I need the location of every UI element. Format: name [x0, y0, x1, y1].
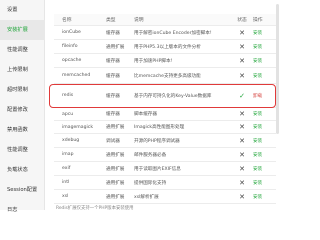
sidebar-item-settings[interactable]: 设置: [0, 0, 45, 20]
header-type: 类型: [106, 18, 116, 23]
ext-type: 通用扩展: [106, 152, 125, 158]
install-button[interactable]: 安装: [253, 108, 277, 120]
sidebar-item-config-edit[interactable]: 配置修改: [0, 100, 45, 120]
ext-description: xsl解析扩展: [134, 194, 159, 200]
ext-description: 开源的PHP程序调试器: [134, 138, 180, 144]
ext-description: 用于读取图片EXIF信息: [134, 166, 181, 172]
sidebar-item-log[interactable]: 日志: [0, 200, 45, 220]
ext-name: memcached: [62, 73, 91, 78]
ext-type: 通用扩展: [106, 180, 125, 186]
status-off-icon: ✕: [239, 28, 245, 37]
header-action: 操作: [253, 18, 263, 23]
install-button[interactable]: 安装: [253, 54, 277, 67]
ext-description: 用于解密ionCube Encoder加密脚本!: [134, 30, 212, 36]
header-name: 名称: [62, 18, 72, 23]
table-row: imap 通用扩展 邮件服务器必备 ✕ 安装: [54, 148, 276, 162]
ext-description: 邮件服务器必备: [134, 152, 167, 158]
highlight-annotation-box: [49, 84, 276, 108]
ext-name: ionCube: [62, 30, 81, 35]
sidebar-item-performance[interactable]: 性能调整: [0, 40, 45, 60]
vertical-scrollbar[interactable]: [276, 4, 279, 134]
status-off-icon: ✕: [239, 178, 245, 187]
install-button[interactable]: 安装: [253, 121, 277, 133]
status-off-icon: ✕: [239, 42, 245, 51]
table-row: ionCube 缓存器 用于解密ionCube Encoder加密脚本! ✕ 安…: [54, 26, 276, 40]
sidebar-item-session-config[interactable]: Session配置: [0, 180, 45, 200]
table-row: intl 通用扩展 提供国际化支持 ✕ 安装: [54, 176, 276, 190]
ext-type: 调试器: [106, 138, 120, 144]
install-button[interactable]: 安装: [253, 134, 277, 147]
ext-type: 缓存器: [106, 30, 120, 36]
status-off-icon: ✕: [239, 164, 245, 173]
table-row: apcu 缓存器 脚本缓存器 ✕ 安装: [54, 108, 276, 121]
table-row: opcache 缓存器 用于加速PHP脚本! ✕ 安装: [54, 54, 276, 68]
install-button[interactable]: 安装: [253, 148, 277, 161]
ext-type: 缓存器: [106, 58, 120, 64]
ext-description: 用于PHP5.3以上版本的文件分析: [134, 44, 201, 50]
ext-name: imagemagick: [62, 124, 93, 130]
ext-description: Imagick高性能图形处理: [134, 125, 185, 130]
table-row: xsl 通用扩展 xsl解析扩展 ✕ 安装: [54, 190, 276, 204]
install-button[interactable]: 安装: [253, 190, 277, 203]
sidebar-item-performance-tuning[interactable]: 性能调整: [0, 140, 45, 160]
sidebar-item-upload-limit[interactable]: 上传限制: [0, 60, 45, 80]
ext-description: 提供国际化支持: [134, 180, 167, 186]
ext-type: 通用扩展: [106, 194, 125, 200]
table-row: fileinfo 通用扩展 用于PHP5.3以上版本的文件分析 ✕ 安装: [54, 40, 276, 54]
status-off-icon: ✕: [239, 123, 245, 131]
status-off-icon: ✕: [239, 56, 245, 65]
footer-note: Redis扩展仅支持一个PHP版本安装使用: [56, 206, 134, 211]
sidebar-item-install-extensions[interactable]: 安装扩展: [0, 20, 45, 40]
ext-type: 缓存器: [106, 112, 120, 117]
ext-name: fileinfo: [62, 44, 78, 49]
ext-name: imap: [62, 152, 74, 157]
sidebar-item-disabled-functions[interactable]: 禁用函数: [0, 120, 45, 140]
main-panel: 名称 类型 说明 状态 操作 ionCube 缓存器 用于解密ionCube E…: [46, 0, 280, 210]
ext-type: 通用扩展: [106, 166, 125, 172]
status-off-icon: ✕: [239, 192, 245, 201]
header-status: 状态: [237, 18, 247, 23]
ext-name: opcache: [62, 58, 82, 63]
ext-name: xdebug: [62, 138, 80, 143]
install-button[interactable]: 安装: [253, 40, 277, 53]
ext-description: 用于加速PHP脚本!: [134, 58, 173, 64]
sidebar: 设置 安装扩展 性能调整 上传限制 超时限制 配置修改 禁用函数 性能调整 负载…: [0, 0, 45, 213]
install-button[interactable]: 安装: [253, 162, 277, 175]
ext-name: intl: [62, 180, 70, 185]
ext-type: 通用扩展: [106, 125, 125, 130]
ext-description: 脚本缓存器: [134, 112, 157, 117]
status-off-icon: ✕: [239, 136, 245, 145]
ext-name: apcu: [62, 111, 74, 117]
install-button[interactable]: 安装: [253, 26, 277, 39]
status-off-icon: ✕: [239, 110, 245, 118]
sidebar-item-timeout-limit[interactable]: 超时限制: [0, 80, 45, 100]
table-row: xdebug 调试器 开源的PHP程序调试器 ✕ 安装: [54, 134, 276, 148]
ext-type: 缓存器: [106, 73, 120, 79]
ext-description: 比memcache支持更多高级功能: [134, 73, 201, 79]
install-button[interactable]: 安装: [253, 68, 277, 83]
table-header: 名称 类型 说明 状态 操作: [54, 14, 276, 26]
ext-name: exif: [62, 166, 71, 171]
table-row: imagemagick 通用扩展 Imagick高性能图形处理 ✕ 安装: [54, 121, 276, 134]
status-off-icon: ✕: [239, 71, 245, 80]
table-row: memcached 缓存器 比memcache支持更多高级功能 ✕ 安装: [54, 68, 276, 84]
ext-name: xsl: [62, 194, 69, 199]
sidebar-item-load-status[interactable]: 负载状态: [0, 160, 45, 180]
status-off-icon: ✕: [239, 150, 245, 159]
install-button[interactable]: 安装: [253, 176, 277, 189]
header-description: 说明: [134, 18, 144, 23]
ext-type: 通用扩展: [106, 44, 125, 50]
table-row: exif 通用扩展 用于读取图片EXIF信息 ✕ 安装: [54, 162, 276, 176]
